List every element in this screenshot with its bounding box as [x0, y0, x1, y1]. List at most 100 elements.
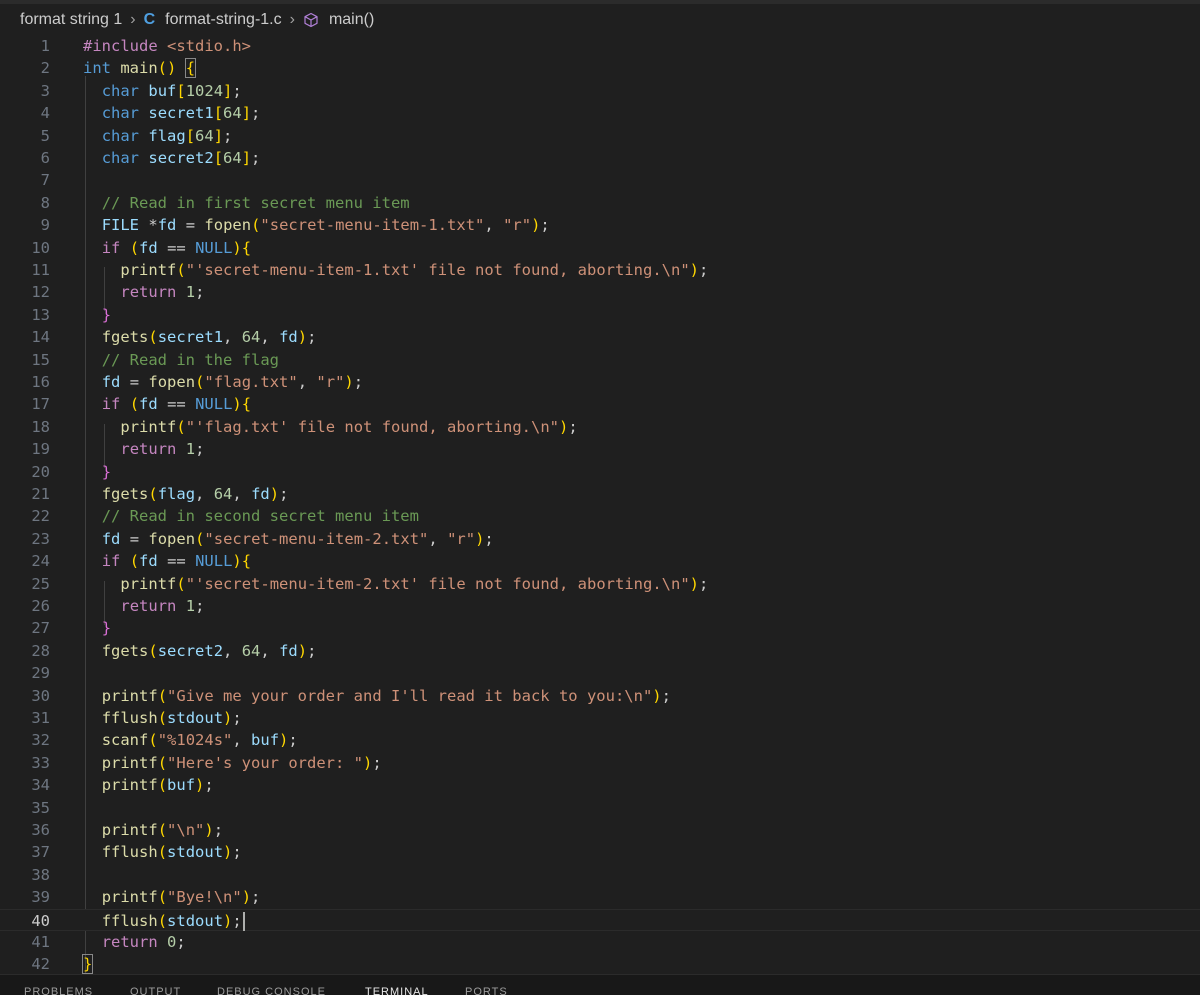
code-line[interactable]: 38: [0, 864, 1200, 886]
line-code[interactable]: if (fd == NULL){: [102, 237, 251, 259]
line-code[interactable]: return 1;: [120, 438, 204, 460]
code-line[interactable]: 20}: [0, 461, 1200, 483]
line-number: 22: [31, 507, 50, 526]
code-line[interactable]: 41 return 0;: [0, 931, 1200, 953]
line-code[interactable]: fflush(stdout);: [102, 910, 245, 932]
code-line[interactable]: 17 if (fd == NULL){: [0, 393, 1200, 415]
code-line[interactable]: 25 printf("'secret-menu-item-2.txt' file …: [0, 573, 1200, 595]
line-code[interactable]: fgets(secret1, 64, fd);: [102, 326, 317, 348]
code-line[interactable]: 2 int main() {: [0, 57, 1200, 79]
line-code[interactable]: printf("\n");: [102, 819, 223, 841]
code-line[interactable]: 14 fgets(secret1, 64, fd);: [0, 326, 1200, 348]
line-code[interactable]: return 1;: [120, 595, 204, 617]
code-line[interactable]: 7: [0, 169, 1200, 191]
code-line[interactable]: 34 printf(buf);: [0, 774, 1200, 796]
line-number: 36: [31, 821, 50, 839]
code-line[interactable]: 24 if (fd == NULL){: [0, 550, 1200, 572]
line-code[interactable]: fd = fopen("secret-menu-item-2.txt", "r"…: [102, 528, 494, 550]
code-line[interactable]: 42}: [0, 953, 1200, 975]
code-line[interactable]: 21 fgets(flag, 64, fd);: [0, 483, 1200, 505]
line-code[interactable]: printf("'flag.txt' file not found, abort…: [120, 416, 577, 438]
code-line[interactable]: 5 char flag[64];: [0, 125, 1200, 147]
line-code[interactable]: if (fd == NULL){: [102, 393, 251, 415]
code-line[interactable]: 28 fgets(secret2, 64, fd);: [0, 640, 1200, 662]
line-number: 12: [31, 283, 50, 302]
line-code[interactable]: fflush(stdout);: [102, 841, 242, 863]
code-line[interactable]: 13}: [0, 304, 1200, 326]
line-number: 29: [31, 664, 50, 683]
code-line[interactable]: 37 fflush(stdout);: [0, 841, 1200, 863]
code-editor[interactable]: 1 #include <stdio.h> 2 int main() {3 char bu…: [0, 31, 1200, 976]
code-line[interactable]: 30 printf("Give me your order and I'll re…: [0, 685, 1200, 707]
code-line[interactable]: 40 fflush(stdout);: [0, 908, 1200, 932]
code-line[interactable]: 18 printf("'flag.txt' file not found, abo…: [0, 416, 1200, 438]
code-line[interactable]: 3 char buf[1024];: [0, 80, 1200, 102]
line-code[interactable]: fd = fopen("flag.txt", "r");: [102, 371, 363, 393]
line-code[interactable]: fgets(flag, 64, fd);: [102, 483, 289, 505]
line-number: 37: [31, 843, 50, 862]
text-cursor: [242, 911, 245, 931]
code-line[interactable]: 10 if (fd == NULL){: [0, 237, 1200, 259]
code-line[interactable]: 12 return 1;: [0, 281, 1200, 303]
line-code[interactable]: char flag[64];: [102, 125, 233, 147]
line-number: 5: [40, 126, 50, 145]
code-line[interactable]: 11 printf("'secret-menu-item-1.txt' file …: [0, 259, 1200, 281]
line-code[interactable]: }: [81, 953, 94, 975]
code-line[interactable]: 19 return 1;: [0, 438, 1200, 460]
code-line[interactable]: 8 // Read in first secret menu item: [0, 192, 1200, 214]
line-code[interactable]: printf(buf);: [102, 774, 214, 796]
code-line[interactable]: 36 printf("\n");: [0, 819, 1200, 841]
chevron-right-icon: ›: [130, 11, 136, 28]
line-number: 13: [31, 305, 50, 324]
line-number: 14: [31, 328, 50, 347]
code-line[interactable]: 33 printf("Here's your order: ");: [0, 752, 1200, 774]
line-code[interactable]: return 1;: [120, 281, 204, 303]
line-code[interactable]: char secret2[64];: [102, 147, 261, 169]
line-code[interactable]: #include <stdio.h>: [83, 35, 251, 57]
code-line[interactable]: 26 return 1;: [0, 595, 1200, 617]
line-code[interactable]: printf("'secret-menu-item-1.txt' file no…: [120, 259, 708, 281]
line-number: 6: [40, 149, 50, 167]
line-code[interactable]: fgets(secret2, 64, fd);: [102, 640, 317, 662]
breadcrumb-folder[interactable]: format string 1: [20, 11, 122, 29]
line-code[interactable]: printf("Bye!\n");: [102, 886, 261, 908]
code-line[interactable]: 15 // Read in the flag: [0, 349, 1200, 371]
code-line[interactable]: 35: [0, 797, 1200, 819]
code-line[interactable]: 31 fflush(stdout);: [0, 707, 1200, 729]
line-code[interactable]: // Read in the flag: [102, 349, 279, 371]
line-code[interactable]: char secret1[64];: [102, 102, 261, 124]
code-line[interactable]: 6 char secret2[64];: [0, 147, 1200, 169]
code-line[interactable]: 22 // Read in second secret menu item: [0, 505, 1200, 527]
line-code[interactable]: int main() {: [83, 57, 197, 79]
line-code[interactable]: return 0;: [102, 931, 186, 953]
line-code[interactable]: // Read in second secret menu item: [102, 505, 419, 527]
line-code[interactable]: }: [102, 617, 111, 639]
line-code[interactable]: FILE *fd = fopen("secret-menu-item-1.txt…: [102, 214, 550, 236]
line-code[interactable]: printf("Here's your order: ");: [102, 752, 382, 774]
line-code[interactable]: fflush(stdout);: [102, 707, 242, 729]
line-code[interactable]: scanf("%1024s", buf);: [102, 729, 298, 751]
code-line[interactable]: 32 scanf("%1024s", buf);: [0, 729, 1200, 751]
code-line[interactable]: 1 #include <stdio.h>: [0, 35, 1200, 57]
line-code[interactable]: }: [102, 461, 111, 483]
line-number: 9: [40, 216, 50, 235]
code-line[interactable]: 27}: [0, 617, 1200, 639]
line-number: 24: [31, 552, 50, 571]
line-code[interactable]: }: [102, 304, 111, 326]
line-number: 30: [31, 686, 50, 705]
breadcrumb-file[interactable]: format-string-1.c: [165, 11, 281, 29]
code-line[interactable]: 4 char secret1[64];: [0, 102, 1200, 124]
line-code[interactable]: if (fd == NULL){: [102, 550, 251, 572]
code-line[interactable]: 39 printf("Bye!\n");: [0, 886, 1200, 908]
line-code[interactable]: char buf[1024];: [102, 80, 242, 102]
line-code[interactable]: // Read in first secret menu item: [102, 192, 410, 214]
code-line[interactable]: 9 FILE *fd = fopen("secret-menu-item-1.tx…: [0, 214, 1200, 236]
line-code[interactable]: printf("Give me your order and I'll read…: [102, 685, 671, 707]
code-line[interactable]: 23 fd = fopen("secret-menu-item-2.txt", "…: [0, 528, 1200, 550]
line-number: 23: [31, 529, 50, 548]
line-number: 20: [31, 462, 50, 481]
code-line[interactable]: 16 fd = fopen("flag.txt", "r");: [0, 371, 1200, 393]
code-line[interactable]: 29: [0, 662, 1200, 684]
breadcrumb-symbol[interactable]: main(): [329, 11, 374, 29]
line-code[interactable]: printf("'secret-menu-item-2.txt' file no…: [120, 573, 708, 595]
